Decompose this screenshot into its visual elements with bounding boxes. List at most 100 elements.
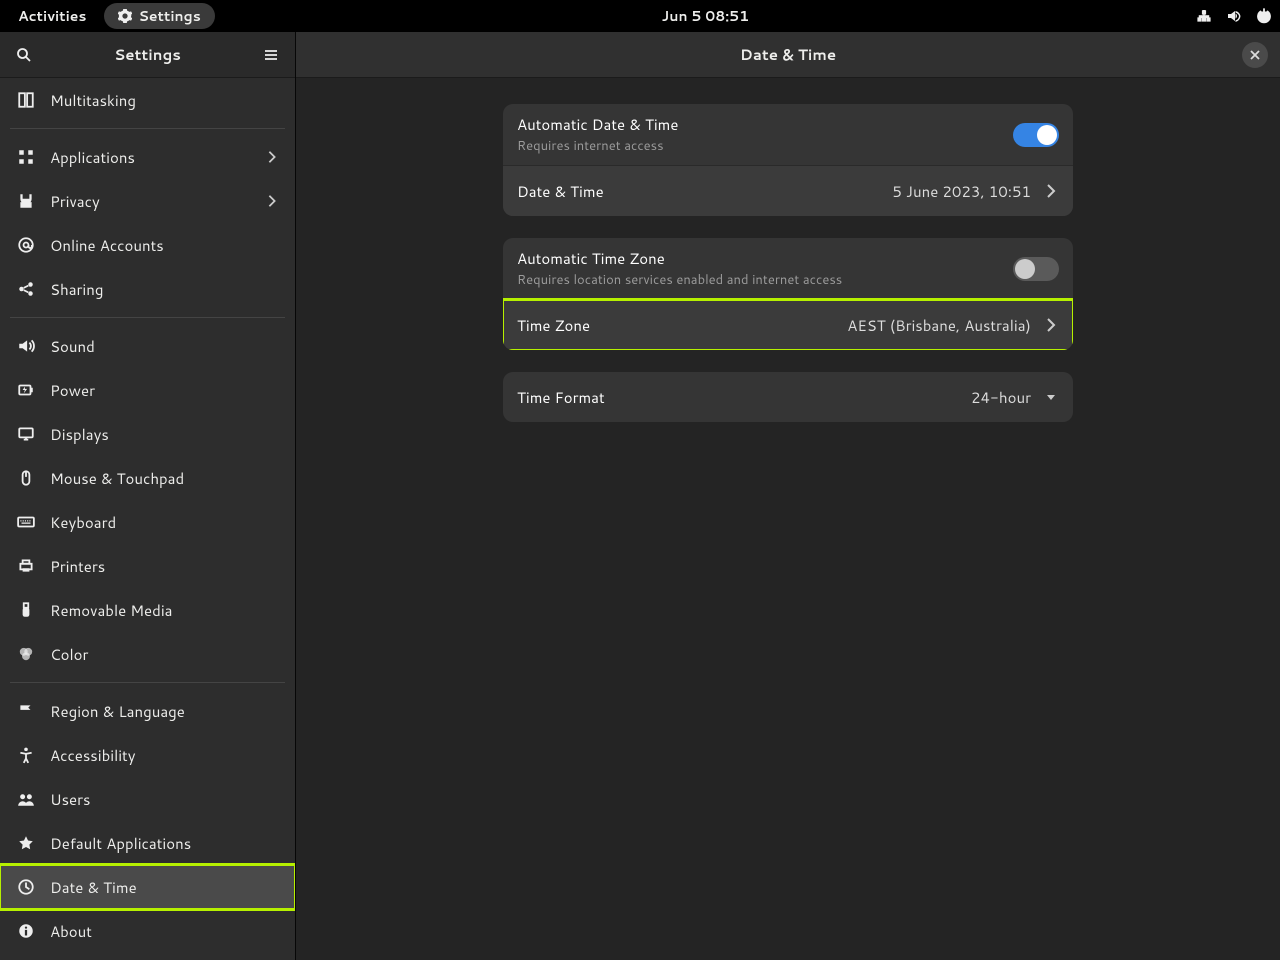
users-icon	[16, 789, 36, 809]
row-label: Date & Time	[517, 181, 880, 202]
close-button[interactable]	[1242, 42, 1268, 68]
volume-icon[interactable]	[1226, 8, 1242, 24]
hamburger-menu-button[interactable]	[259, 43, 283, 67]
sidebar-item-label: Users	[50, 789, 279, 810]
sidebar-separator	[10, 317, 285, 318]
sidebar-separator	[10, 682, 285, 683]
time-zone-group: Automatic Time Zone Requires location se…	[503, 238, 1073, 350]
sidebar-item-label: Accessibility	[50, 745, 279, 766]
sidebar-separator	[10, 128, 285, 129]
date-time-value: 5 June 2023, 10:51	[892, 181, 1031, 202]
chevron-right-icon	[265, 150, 279, 164]
sidebar-item-accessibility[interactable]: Accessibility	[0, 733, 295, 777]
sound-icon	[16, 336, 36, 356]
sidebar-item-printers[interactable]: Printers	[0, 544, 295, 588]
automatic-time-zone-row: Automatic Time Zone Requires location se…	[503, 238, 1073, 300]
activities-button[interactable]: Activities	[8, 3, 96, 29]
sidebar-item-sharing[interactable]: Sharing	[0, 267, 295, 311]
row-sublabel: Requires location services enabled and i…	[517, 271, 1001, 289]
sidebar-header: Settings	[0, 32, 295, 78]
row-label: Time Format	[517, 387, 959, 408]
chevron-right-icon	[265, 194, 279, 208]
time-format-row[interactable]: Time Format 24-hour	[503, 372, 1073, 422]
sidebar-item-default-apps[interactable]: Default Applications	[0, 821, 295, 865]
dropdown-icon	[1043, 389, 1059, 405]
time-zone-value: AEST (Brisbane, Australia)	[847, 315, 1031, 336]
row-label: Automatic Date & Time	[517, 114, 1001, 135]
flag-icon	[16, 701, 36, 721]
time-format-value: 24-hour	[971, 387, 1031, 408]
time-format-group: Time Format 24-hour	[503, 372, 1073, 422]
sidebar-item-label: Default Applications	[50, 833, 279, 854]
sidebar-item-color[interactable]: Color	[0, 632, 295, 676]
sidebar-item-multitasking[interactable]: Multitasking	[0, 78, 295, 122]
main-header: Date & Time	[296, 32, 1280, 78]
color-icon	[16, 644, 36, 664]
sidebar-item-label: Removable Media	[50, 600, 279, 621]
mouse-icon	[16, 468, 36, 488]
network-icon[interactable]	[1196, 8, 1212, 24]
sidebar-item-region[interactable]: Region & Language	[0, 689, 295, 733]
sidebar-item-online-accounts[interactable]: Online Accounts	[0, 223, 295, 267]
sidebar-item-label: Region & Language	[50, 701, 279, 722]
info-icon	[16, 921, 36, 941]
sidebar-item-about[interactable]: About	[0, 909, 295, 953]
sidebar-item-users[interactable]: Users	[0, 777, 295, 821]
search-button[interactable]	[12, 43, 36, 67]
row-label: Automatic Time Zone	[517, 248, 1001, 269]
sidebar-item-label: Printers	[50, 556, 279, 577]
sidebar-item-label: Mouse & Touchpad	[50, 468, 279, 489]
share-icon	[16, 279, 36, 299]
sidebar-item-label: Sound	[50, 336, 279, 357]
sidebar-item-mouse[interactable]: Mouse & Touchpad	[0, 456, 295, 500]
sidebar-item-applications[interactable]: Applications	[0, 135, 295, 179]
main-panel: Date & Time Automatic Date & Time Requir…	[296, 32, 1280, 960]
sidebar-item-label: Applications	[50, 147, 251, 168]
sidebar-item-label: Displays	[50, 424, 279, 445]
sidebar-list: Multitasking Applications Privacy Online Ac…	[0, 78, 295, 960]
automatic-time-zone-switch[interactable]	[1013, 257, 1059, 281]
star-icon	[16, 833, 36, 853]
display-icon	[16, 424, 36, 444]
settings-sidebar: Settings Multitasking Applications Privacy…	[0, 32, 296, 960]
apps-icon	[16, 147, 36, 167]
sidebar-item-label: Keyboard	[50, 512, 279, 533]
date-time-row[interactable]: Date & Time 5 June 2023, 10:51	[503, 166, 1073, 216]
power-icon	[16, 380, 36, 400]
sidebar-item-keyboard[interactable]: Keyboard	[0, 500, 295, 544]
chevron-right-icon	[1043, 317, 1059, 333]
sidebar-item-label: Privacy	[50, 191, 251, 212]
gnome-top-bar: Activities Settings Jun 5 08:51	[0, 0, 1280, 32]
active-app-label: Settings	[138, 6, 200, 26]
multitasking-icon	[16, 90, 36, 110]
sidebar-item-sound[interactable]: Sound	[0, 324, 295, 368]
sidebar-item-displays[interactable]: Displays	[0, 412, 295, 456]
sidebar-item-label: Multitasking	[50, 90, 279, 111]
sidebar-item-label: Sharing	[50, 279, 279, 300]
automatic-date-time-row: Automatic Date & Time Requires internet …	[503, 104, 1073, 166]
sidebar-item-label: Power	[50, 380, 279, 401]
sidebar-item-privacy[interactable]: Privacy	[0, 179, 295, 223]
sidebar-item-date-time[interactable]: Date & Time	[0, 865, 295, 909]
sidebar-item-removable[interactable]: Removable Media	[0, 588, 295, 632]
keyboard-icon	[16, 512, 36, 532]
row-label: Time Zone	[517, 315, 835, 336]
sidebar-item-label: About	[50, 921, 279, 942]
power-icon[interactable]	[1256, 8, 1272, 24]
sidebar-item-power[interactable]: Power	[0, 368, 295, 412]
clock[interactable]: Jun 5 08:51	[215, 6, 1196, 26]
sidebar-title: Settings	[36, 44, 259, 65]
chevron-right-icon	[1043, 183, 1059, 199]
date-time-group: Automatic Date & Time Requires internet …	[503, 104, 1073, 216]
automatic-date-time-switch[interactable]	[1013, 123, 1059, 147]
printer-icon	[16, 556, 36, 576]
usb-icon	[16, 600, 36, 620]
panel-title: Date & Time	[334, 44, 1242, 65]
sidebar-item-label: Date & Time	[50, 877, 279, 898]
privacy-icon	[16, 191, 36, 211]
a11y-icon	[16, 745, 36, 765]
time-zone-row[interactable]: Time Zone AEST (Brisbane, Australia)	[503, 300, 1073, 350]
active-app-indicator[interactable]: Settings	[104, 3, 214, 29]
row-sublabel: Requires internet access	[517, 137, 1001, 155]
sidebar-item-label: Online Accounts	[50, 235, 279, 256]
